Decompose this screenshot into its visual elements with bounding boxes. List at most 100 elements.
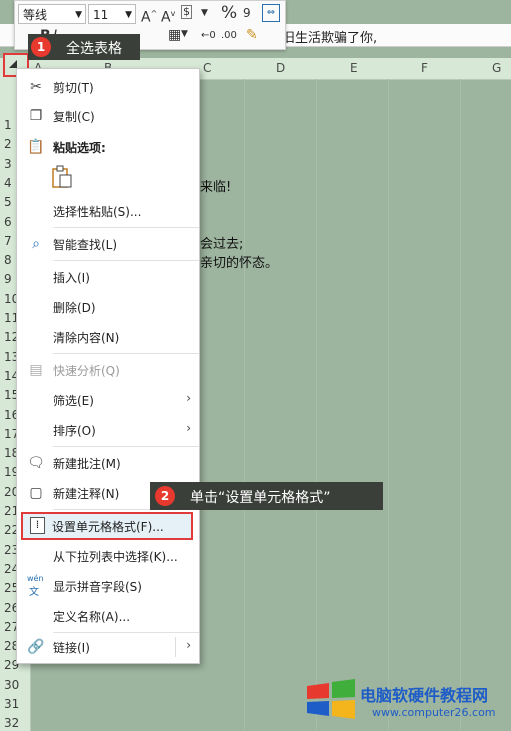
menu-item-clear-contents[interactable]: 清除内容(N) — [17, 323, 199, 351]
format-cells-icon: ⁞ — [30, 517, 45, 534]
column-header-e[interactable]: E — [350, 61, 358, 75]
menu-section-label: 粘贴选项: — [53, 141, 106, 155]
menu-item-label: 筛选(E) — [53, 394, 94, 408]
quick-analysis-icon: ▤ — [29, 362, 43, 378]
accounting-format-icon[interactable]: $ — [181, 5, 192, 19]
menu-item-label: 显示拼音字段(S) — [53, 580, 142, 594]
chevron-down-icon[interactable]: ▼ — [201, 4, 208, 22]
menu-item-filter[interactable]: 筛选(E) › — [17, 386, 199, 414]
callout-text: 单击“设置单元格格式” — [190, 490, 331, 506]
chevron-down-icon[interactable]: ▼ — [181, 25, 188, 43]
menu-item-label: 新建批注(M) — [53, 457, 121, 471]
menu-item-label: 链接(I) — [53, 641, 90, 655]
row-header-3[interactable]: 3 — [4, 157, 12, 171]
decrease-font-icon[interactable]: Av — [161, 5, 175, 27]
paste-option-button[interactable] — [51, 165, 77, 191]
menu-item-delete[interactable]: 删除(D) — [17, 293, 199, 321]
merge-center-icon[interactable]: ⇔ — [262, 4, 280, 22]
cell-text[interactable]: 亲切的怀态。 — [200, 252, 278, 271]
decrease-decimal-icon[interactable]: .00 — [221, 27, 237, 45]
menu-section-paste-options: 📋 粘贴选项: — [17, 133, 199, 161]
font-name-select[interactable]: 等线 ▼ — [18, 4, 86, 24]
menu-item-label: 删除(D) — [53, 301, 96, 315]
increase-font-icon[interactable]: A^ — [141, 5, 157, 27]
chevron-right-icon: › — [186, 638, 191, 652]
split-divider — [175, 637, 176, 657]
menu-item-paste-special[interactable]: 选择性粘贴(S)... — [17, 197, 199, 225]
row-header-31[interactable]: 31 — [4, 697, 19, 711]
callout-step-2: 2 单击“设置单元格格式” — [150, 482, 383, 510]
menu-item-sort[interactable]: 排序(O) › — [17, 416, 199, 444]
row-header-6[interactable]: 6 — [4, 215, 12, 229]
clipboard-paste-icon — [52, 165, 72, 188]
menu-separator — [53, 353, 199, 354]
cell-text[interactable]: 来临! — [200, 176, 231, 195]
menu-item-label: 清除内容(N) — [53, 331, 120, 345]
menu-item-cut[interactable]: ✂ 剪切(T) — [17, 73, 199, 101]
step-number-badge: 1 — [31, 37, 51, 57]
menu-item-label: 智能查找(L) — [53, 238, 118, 252]
select-all-triangle-icon — [9, 60, 17, 68]
formula-bar-text: 旧生活欺骗了你, — [282, 31, 378, 46]
menu-separator — [53, 260, 199, 261]
menu-separator — [53, 446, 199, 447]
menu-item-new-comment[interactable]: 🗨 新建批注(M) — [17, 449, 199, 477]
phonetic-icon-char: 文 — [29, 587, 39, 598]
format-painter-icon[interactable]: ✎ — [246, 26, 258, 44]
menu-item-quick-analysis: ▤ 快速分析(Q) — [17, 356, 199, 384]
chevron-down-icon: ▼ — [125, 10, 132, 20]
grid-line — [388, 79, 389, 731]
menu-item-link[interactable]: 🔗 链接(I) › — [17, 633, 199, 661]
row-header-2[interactable]: 2 — [4, 137, 12, 151]
chevron-right-icon: › — [186, 421, 191, 435]
increase-decimal-icon[interactable]: ←0 — [201, 27, 216, 45]
grid-line — [316, 79, 317, 731]
comma-style-icon[interactable]: 9 — [243, 4, 251, 22]
watermark-title: 电脑软硬件教程网 — [360, 686, 489, 705]
percent-button[interactable]: % — [221, 4, 237, 22]
format-cells-highlight-label[interactable]: 设置单元格格式(F)... — [52, 518, 164, 535]
font-size-value: 11 — [93, 8, 109, 22]
grid-line — [244, 79, 245, 731]
callout-step-1: 1 全选表格 — [28, 34, 140, 60]
column-header-d[interactable]: D — [276, 61, 285, 75]
row-header-30[interactable]: 30 — [4, 678, 19, 692]
row-header-32[interactable]: 32 — [4, 716, 19, 730]
menu-item-define-name[interactable]: 定义名称(A)... — [17, 602, 199, 630]
note-icon: ▢ — [29, 485, 43, 501]
callout-text: 全选表格 — [66, 41, 122, 57]
menu-item-pick-from-list[interactable]: 从下拉列表中选择(K)... — [17, 542, 199, 570]
menu-item-insert[interactable]: 插入(I) — [17, 263, 199, 291]
row-header-4[interactable]: 4 — [4, 176, 12, 190]
menu-item-show-phonetic[interactable]: wén 文 显示拼音字段(S) — [17, 572, 199, 600]
menu-item-label: 排序(O) — [53, 424, 96, 438]
column-header-g[interactable]: G — [492, 61, 501, 75]
watermark-logo — [307, 679, 355, 719]
row-header-8[interactable]: 8 — [4, 253, 12, 267]
menu-item-label: 定义名称(A)... — [53, 610, 131, 624]
phonetic-icon-pinyin: wén — [27, 574, 44, 583]
row-header-1[interactable]: 1 — [4, 118, 12, 132]
menu-item-label: 选择性粘贴(S)... — [53, 205, 142, 219]
grid-line — [460, 79, 461, 731]
row-header-5[interactable]: 5 — [4, 195, 12, 209]
borders-icon[interactable]: ▦ — [168, 26, 181, 44]
link-icon: 🔗 — [27, 639, 45, 655]
column-header-c[interactable]: C — [203, 61, 211, 75]
scissors-icon: ✂ — [30, 79, 42, 95]
menu-item-smart-lookup[interactable]: ⌕ 智能查找(L) — [17, 230, 199, 258]
search-icon: ⌕ — [32, 236, 40, 252]
watermark-url: www.computer26.com — [372, 706, 496, 719]
step-number-badge: 2 — [155, 486, 175, 506]
chevron-down-icon: ▼ — [75, 10, 82, 20]
font-name-value: 等线 — [23, 8, 48, 22]
menu-item-copy[interactable]: ❐ 复制(C) — [17, 102, 199, 130]
comment-icon: 🗨 — [27, 455, 45, 471]
cell-text[interactable]: 会过去; — [200, 233, 243, 252]
row-header-9[interactable]: 9 — [4, 272, 12, 286]
row-header-7[interactable]: 7 — [4, 234, 12, 248]
menu-item-label: 从下拉列表中选择(K)... — [53, 550, 178, 564]
column-header-f[interactable]: F — [421, 61, 428, 75]
font-size-select[interactable]: 11 ▼ — [88, 4, 136, 24]
menu-item-label: 剪切(T) — [53, 81, 94, 95]
